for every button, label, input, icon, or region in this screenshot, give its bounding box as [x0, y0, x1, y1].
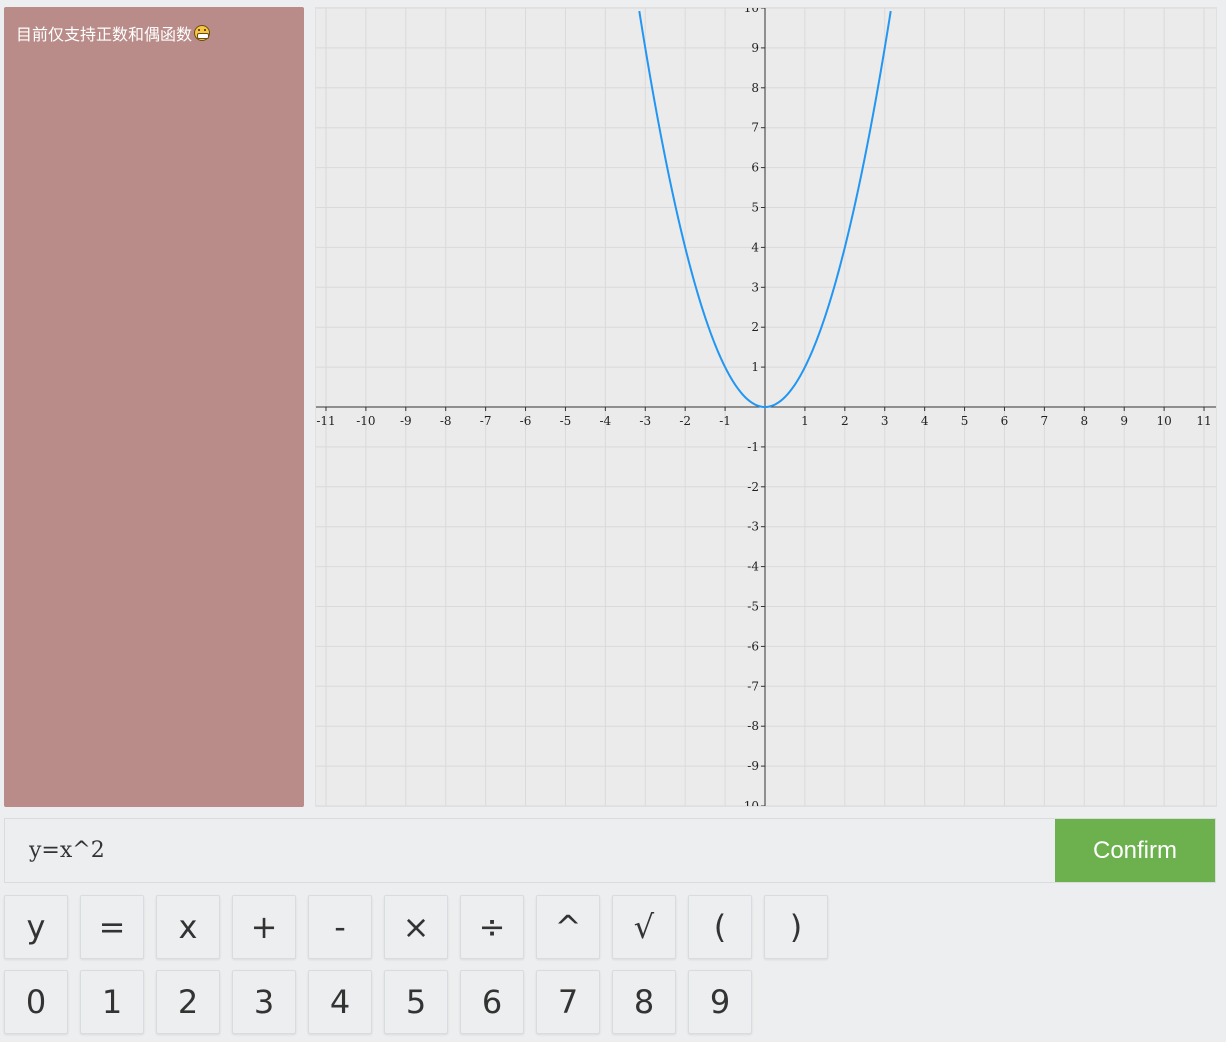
confirm-button[interactable]: Confirm [1055, 819, 1215, 882]
keypad-row-symbols: y = x + - × ÷ ^ √() [4, 895, 828, 959]
keypad-row-digits: 0123456789 [4, 970, 752, 1034]
y-tick-label: -3 [747, 520, 759, 534]
y-tick-label: -6 [747, 639, 759, 653]
key-x[interactable]: x [156, 895, 220, 959]
y-tick-label: 10 [744, 8, 759, 15]
y-tick-label: 8 [751, 81, 759, 95]
key-0[interactable]: 0 [4, 970, 68, 1034]
x-tick-label: -2 [679, 414, 691, 428]
x-tick-label: -6 [520, 414, 532, 428]
key-5[interactable]: 5 [384, 970, 448, 1034]
y-tick-label: -5 [747, 600, 759, 614]
key-3[interactable]: 3 [232, 970, 296, 1034]
grinning-face-icon [194, 25, 211, 41]
x-tick-label: 11 [1196, 414, 1211, 428]
x-tick-label: 2 [841, 414, 849, 428]
y-tick-label: 7 [751, 121, 759, 135]
key-2[interactable]: 2 [156, 970, 220, 1034]
y-tick-label: -8 [747, 719, 759, 733]
x-tick-label: 8 [1080, 414, 1088, 428]
function-graph: -11 -10 -9 -8 -7 -6 -5 -4 -3 -2 -1 1 2 3 4 5 6 7 8 9 10 11 10… [316, 8, 1216, 806]
y-tick-label: -10 [740, 799, 759, 806]
key-y[interactable]: y [4, 895, 68, 959]
x-tick-label: -5 [560, 414, 572, 428]
x-tick-label: -3 [639, 414, 651, 428]
y-tick-label: 1 [751, 360, 759, 374]
x-tick-label: -9 [400, 414, 412, 428]
y-tick-label: 5 [751, 201, 759, 215]
x-tick-label: 5 [961, 414, 969, 428]
y-tick-label: 2 [751, 320, 759, 334]
key-power[interactable]: ^ [536, 895, 600, 959]
x-tick-label: -7 [480, 414, 492, 428]
key-6[interactable]: 6 [460, 970, 524, 1034]
y-tick-label: -7 [747, 679, 759, 693]
key-close-paren[interactable]: ) [764, 895, 828, 959]
key-9[interactable]: 9 [688, 970, 752, 1034]
x-tick-label: -4 [600, 414, 612, 428]
y-tick-label: 3 [751, 280, 759, 294]
x-tick-label: 1 [801, 414, 809, 428]
y-tick-label: 9 [751, 41, 759, 55]
x-tick-label: -8 [440, 414, 452, 428]
sidebar-note: 目前仅支持正数和偶函数 [16, 21, 211, 45]
key-plus[interactable]: + [232, 895, 296, 959]
key-open-paren[interactable]: ( [688, 895, 752, 959]
graph-panel: -11 -10 -9 -8 -7 -6 -5 -4 -3 -2 -1 1 2 3 4 5 6 7 8 9 10 11 10… [315, 7, 1217, 807]
formula-bar: Confirm [4, 818, 1216, 883]
formula-input[interactable] [5, 819, 1055, 882]
key-1[interactable]: 1 [80, 970, 144, 1034]
x-tick-label: 4 [921, 414, 929, 428]
key-equals[interactable]: = [80, 895, 144, 959]
x-tick-label: 3 [881, 414, 889, 428]
x-tick-label: -1 [719, 414, 731, 428]
y-tick-label: 4 [751, 240, 759, 254]
x-tick-label: 10 [1156, 414, 1171, 428]
key-times[interactable]: × [384, 895, 448, 959]
x-tick-label: -10 [356, 414, 375, 428]
y-tick-label: -1 [747, 440, 759, 454]
y-tick-label: 6 [751, 161, 759, 175]
key-8[interactable]: 8 [612, 970, 676, 1034]
x-tick-labels: -11 -10 -9 -8 -7 -6 -5 -4 -3 -2 -1 1 2 3 4 5 6 7 8 9 10 11 [316, 414, 1211, 428]
sidebar-panel: 目前仅支持正数和偶函数 [4, 7, 304, 807]
key-minus[interactable]: - [308, 895, 372, 959]
key-4[interactable]: 4 [308, 970, 372, 1034]
key-divide[interactable]: ÷ [460, 895, 524, 959]
sidebar-note-text: 目前仅支持正数和偶函数 [16, 25, 193, 44]
x-tick-label: 7 [1041, 414, 1049, 428]
x-tick-label: -11 [316, 414, 335, 428]
key-sqrt[interactable]: √ [612, 895, 676, 959]
y-tick-label: -2 [747, 480, 759, 494]
x-tick-label: 6 [1001, 414, 1009, 428]
y-tick-label: -9 [747, 759, 759, 773]
x-tick-label: 9 [1120, 414, 1128, 428]
y-tick-label: -4 [747, 560, 759, 574]
key-7[interactable]: 7 [536, 970, 600, 1034]
